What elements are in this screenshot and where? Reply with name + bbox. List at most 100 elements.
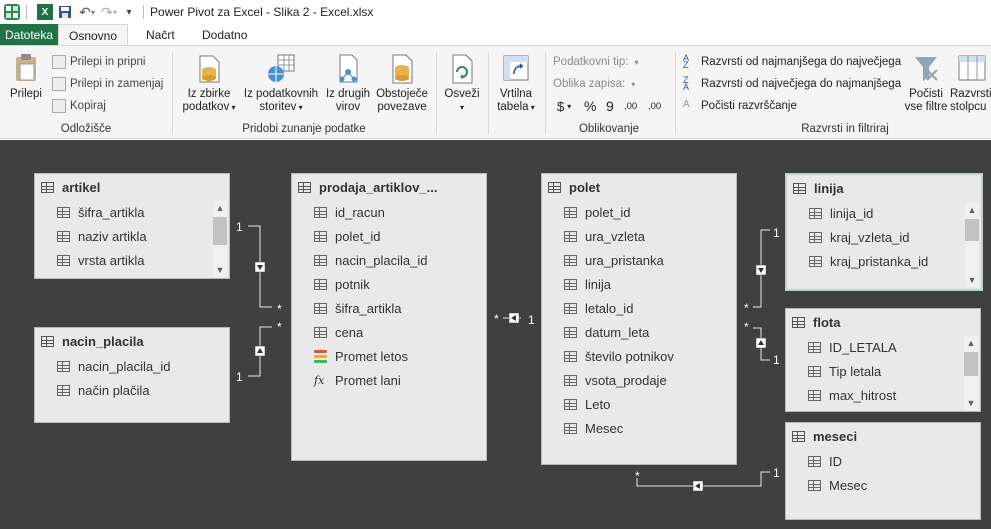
table-field[interactable]: Mesec: [786, 473, 980, 497]
table-field[interactable]: potnik: [292, 272, 486, 296]
table-field[interactable]: šifra_artikla: [35, 200, 229, 224]
from-database-label-1: Iz zbirke: [187, 88, 231, 100]
table-field[interactable]: id_racun: [292, 200, 486, 224]
scroll-thumb[interactable]: [213, 217, 227, 245]
percent-button[interactable]: %: [584, 97, 596, 115]
table-field[interactable]: linija_id: [787, 201, 981, 225]
table-scrollbar[interactable]: ▲ ▼: [213, 201, 227, 277]
tab-design[interactable]: Načrt: [136, 24, 185, 46]
scroll-thumb[interactable]: [965, 219, 979, 241]
save-icon[interactable]: [57, 4, 73, 20]
table-field[interactable]: ID_LETALA: [786, 335, 980, 359]
thousands-separator-button[interactable]: 9: [606, 97, 614, 115]
table-field[interactable]: število potnikov: [542, 344, 736, 368]
power-pivot-icon[interactable]: [4, 4, 20, 20]
table-field[interactable]: cena: [292, 320, 486, 344]
data-type-dropdown[interactable]: Podatkovni tip: ▾: [553, 53, 638, 71]
table-field[interactable]: Leto: [542, 392, 736, 416]
group-separator: [172, 52, 173, 134]
table-measure[interactable]: fx Promet lani: [292, 368, 486, 392]
scroll-down-icon[interactable]: ▼: [965, 273, 979, 287]
table-card-prodaja-artiklov[interactable]: prodaja_artiklov_... id_racun polet_id n…: [291, 173, 487, 461]
table-field[interactable]: nacin_placila_id: [35, 354, 229, 378]
kpi-icon: [314, 349, 327, 363]
relationship-polet-meseci[interactable]: [636, 471, 770, 487]
table-field[interactable]: ura_pristanka: [542, 248, 736, 272]
table-header[interactable]: linija: [787, 175, 981, 201]
clear-sort-button[interactable]: A Počisti razvrščanje: [683, 97, 797, 115]
table-header[interactable]: meseci: [786, 423, 980, 449]
table-scrollbar[interactable]: ▲ ▼: [964, 336, 978, 410]
database-icon: [194, 52, 224, 84]
from-data-service-button[interactable]: Iz podatkovnih storitev ▾: [240, 52, 322, 114]
paste-replace-icon: [52, 77, 66, 91]
table-field[interactable]: Mesec: [542, 416, 736, 440]
excel-icon[interactable]: X: [37, 4, 53, 20]
scroll-up-icon[interactable]: ▲: [213, 201, 227, 215]
customize-toolbar-icon[interactable]: ▾: [121, 4, 137, 20]
sort-descending-button[interactable]: ZA Razvrsti od največjega do najmanjšega: [683, 75, 901, 93]
table-header[interactable]: nacin_placila: [35, 328, 229, 354]
table-header[interactable]: artikel: [35, 174, 229, 200]
undo-dropdown-icon[interactable]: ▾: [91, 8, 95, 17]
window-title: Power Pivot za Excel - Slika 2 - Excel.x…: [150, 5, 374, 19]
table-field[interactable]: letalo_id: [542, 296, 736, 320]
paste-append-button[interactable]: Prilepi in pripni: [52, 53, 145, 71]
table-card-polet[interactable]: polet polet_id ura_vzleta ura_pristanka …: [541, 173, 737, 465]
table-kpi[interactable]: Promet letos: [292, 344, 486, 368]
currency-button[interactable]: $ ▾: [557, 97, 571, 115]
table-field[interactable]: ura_vzleta: [542, 224, 736, 248]
clear-all-filters-button[interactable]: Počisti vse filtre: [902, 52, 950, 114]
table-field[interactable]: nacin_placila_id: [292, 248, 486, 272]
pivot-table-button[interactable]: Vrtilna tabela ▾: [492, 52, 540, 114]
table-field[interactable]: ID: [786, 449, 980, 473]
table-field[interactable]: vsota_prodaje: [542, 368, 736, 392]
format-dropdown[interactable]: Oblika zapisa: ▾: [553, 75, 635, 93]
diagram-view-canvas[interactable]: 1 * * 1 * 1 1 * * 1 * 1 artikel šifra_ar…: [0, 140, 991, 529]
table-field[interactable]: Tip letala: [786, 359, 980, 383]
scroll-thumb[interactable]: [964, 352, 978, 376]
scroll-down-icon[interactable]: ▼: [964, 396, 978, 410]
decrease-decimal-button[interactable]: ,00: [648, 97, 661, 115]
scroll-up-icon[interactable]: ▲: [964, 336, 978, 350]
copy-button[interactable]: Kopiraj: [52, 97, 106, 115]
tab-file[interactable]: Datoteka: [0, 24, 59, 46]
table-field[interactable]: datum_leta: [542, 320, 736, 344]
table-field[interactable]: šifra_artikla: [292, 296, 486, 320]
table-field[interactable]: naziv artikla: [35, 224, 229, 248]
table-header[interactable]: polet: [542, 174, 736, 200]
column-icon: [314, 278, 327, 290]
table-field[interactable]: kraj_pristanka_id: [787, 249, 981, 273]
sort-by-column-button[interactable]: Razvrsti stolpcu: [950, 52, 991, 114]
table-field[interactable]: kraj_vzleta_id: [787, 225, 981, 249]
column-icon: [57, 360, 70, 372]
refresh-button[interactable]: Osveži ▾: [442, 52, 482, 114]
tab-home[interactable]: Osnovno: [58, 24, 128, 46]
from-database-button[interactable]: Iz zbirke podatkov ▾: [178, 52, 240, 114]
table-card-nacin-placila[interactable]: nacin_placila nacin_placila_id način pla…: [34, 327, 230, 423]
table-card-artikel[interactable]: artikel šifra_artikla naziv artikla vrst…: [34, 173, 230, 279]
tab-advanced[interactable]: Dodatno: [192, 24, 257, 46]
scroll-up-icon[interactable]: ▲: [965, 203, 979, 217]
table-header[interactable]: prodaja_artiklov_...: [292, 174, 486, 200]
table-card-flota[interactable]: flota ID_LETALA Tip letala max_hitrost ▲…: [785, 308, 981, 412]
existing-connections-button[interactable]: Obstoječe povezave: [374, 52, 430, 114]
scroll-down-icon[interactable]: ▼: [213, 263, 227, 277]
table-field[interactable]: vrsta artikla: [35, 248, 229, 272]
table-card-linija[interactable]: linija linija_id kraj_vzleta_id kraj_pri…: [785, 173, 983, 291]
sort-ascending-button[interactable]: AZ Razvrsti od najmanjšega do največjega: [683, 53, 901, 71]
table-icon: [792, 430, 805, 442]
increase-decimal-button[interactable]: ,00: [624, 97, 637, 115]
paste-replace-button[interactable]: Prilepi in zamenjaj: [52, 75, 163, 93]
table-field[interactable]: polet_id: [292, 224, 486, 248]
paste-button[interactable]: Prilepi: [6, 52, 46, 101]
redo-dropdown-icon[interactable]: ▾: [113, 8, 117, 17]
table-field[interactable]: max_hitrost: [786, 383, 980, 407]
table-card-meseci[interactable]: meseci ID Mesec: [785, 422, 981, 520]
table-field[interactable]: linija: [542, 272, 736, 296]
table-header[interactable]: flota: [786, 309, 980, 335]
table-field[interactable]: polet_id: [542, 200, 736, 224]
from-other-sources-button[interactable]: Iz drugih virov: [322, 52, 374, 114]
table-field[interactable]: način plačila: [35, 378, 229, 402]
table-scrollbar[interactable]: ▲ ▼: [965, 203, 979, 287]
